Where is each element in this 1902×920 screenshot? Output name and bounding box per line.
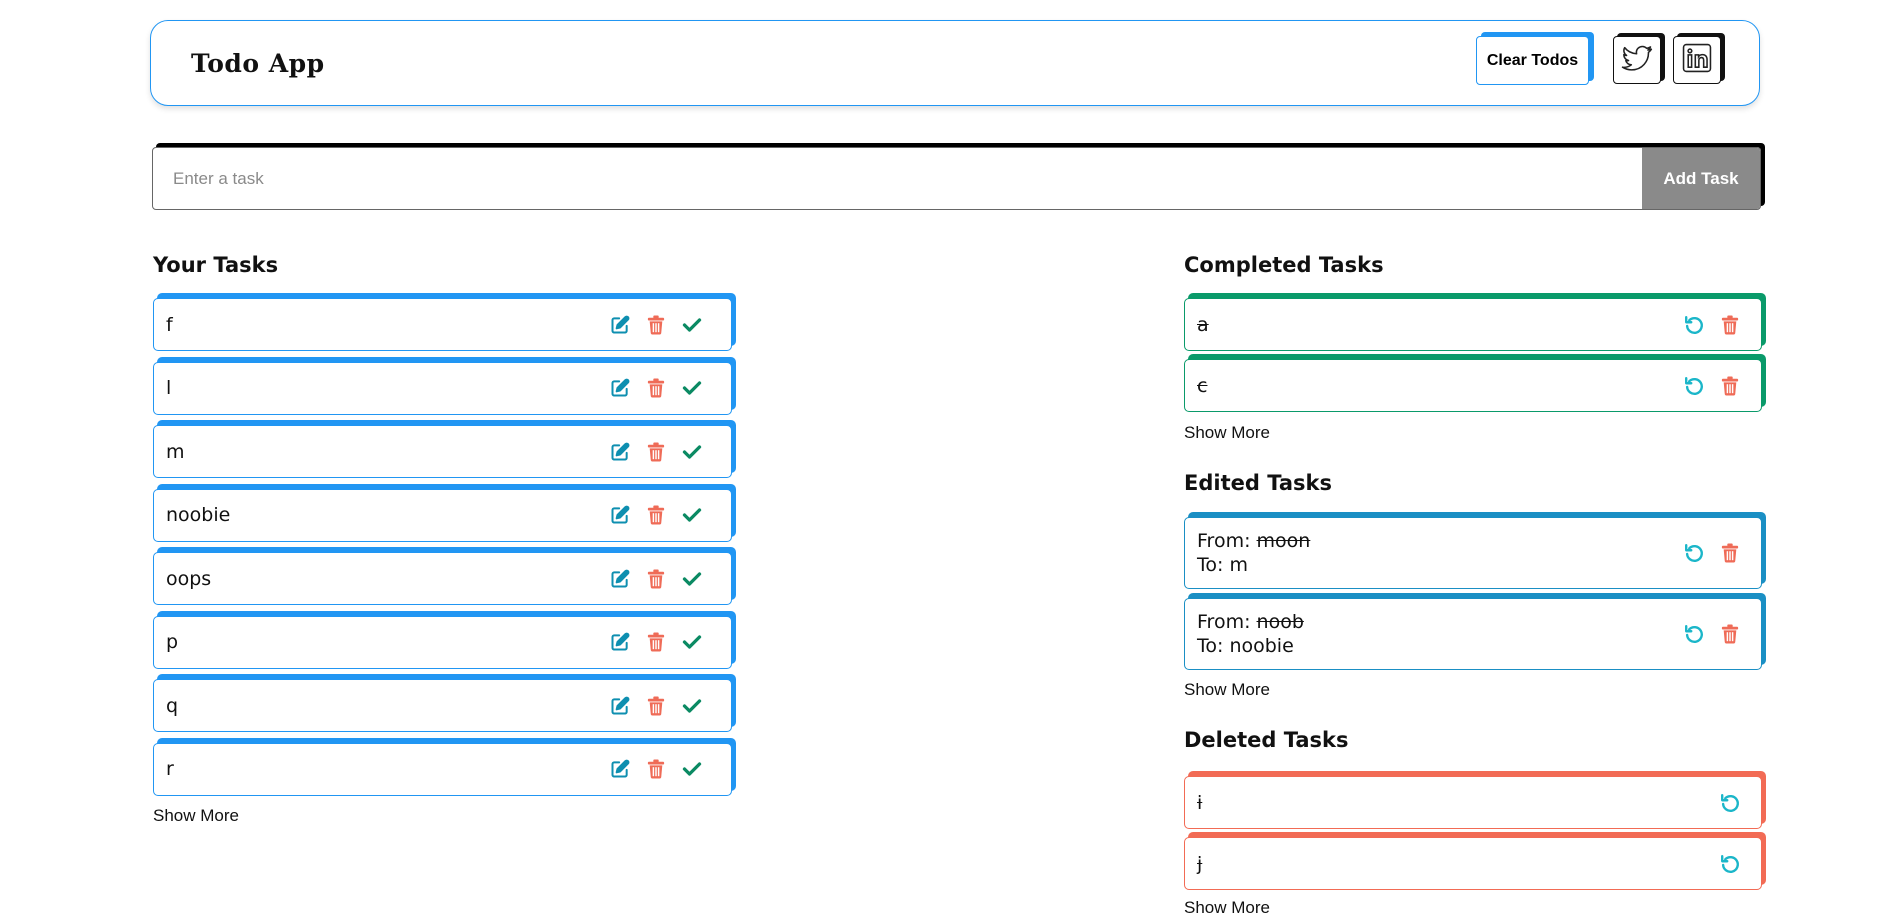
edit-icon[interactable] — [609, 568, 631, 590]
trash-icon[interactable] — [645, 441, 667, 463]
edit-icon[interactable] — [609, 377, 631, 399]
trash-icon[interactable] — [645, 314, 667, 336]
check-icon[interactable] — [681, 695, 703, 717]
task-item: q — [153, 679, 732, 732]
check-icon[interactable] — [681, 441, 703, 463]
completed-task-actions — [1669, 314, 1741, 336]
task-input[interactable] — [153, 148, 1643, 209]
check-icon[interactable] — [681, 314, 703, 336]
to-label: To: — [1197, 635, 1224, 657]
completed-task-item: a — [1184, 298, 1762, 351]
your-tasks-title: Your Tasks — [153, 253, 279, 277]
task-input-bar: Add Task — [152, 147, 1761, 210]
edited-to-value: noobie — [1229, 635, 1294, 657]
add-task-button[interactable]: Add Task — [1642, 148, 1760, 209]
edit-icon[interactable] — [609, 441, 631, 463]
task-item: noobie — [153, 488, 732, 542]
deleted-task-actions — [1705, 853, 1741, 875]
linkedin-icon — [1680, 41, 1714, 79]
deleted-task-text: i — [1197, 791, 1203, 814]
edited-task-actions — [1669, 623, 1741, 645]
edit-icon[interactable] — [609, 504, 631, 526]
deleted-task-text: j — [1197, 852, 1203, 875]
undo-icon[interactable] — [1683, 623, 1705, 645]
trash-icon[interactable] — [645, 504, 667, 526]
trash-icon[interactable] — [1719, 623, 1741, 645]
from-label: From: — [1197, 530, 1251, 552]
check-icon[interactable] — [681, 568, 703, 590]
task-item: p — [153, 615, 732, 669]
edited-tasks-show-more[interactable]: Show More — [1184, 680, 1270, 700]
trash-icon[interactable] — [645, 568, 667, 590]
trash-icon[interactable] — [645, 758, 667, 780]
completed-tasks-show-more[interactable]: Show More — [1184, 423, 1270, 443]
edited-from-value: noob — [1256, 611, 1304, 633]
twitter-icon — [1620, 41, 1654, 79]
task-actions — [595, 504, 703, 526]
task-item: oops — [153, 552, 732, 605]
task-actions — [595, 758, 703, 780]
check-icon[interactable] — [681, 758, 703, 780]
task-actions — [595, 695, 703, 717]
trash-icon[interactable] — [645, 695, 667, 717]
twitter-button[interactable] — [1613, 36, 1661, 84]
edited-task-item: From: moon To: m — [1184, 517, 1762, 589]
task-actions — [595, 314, 703, 336]
trash-icon[interactable] — [645, 377, 667, 399]
edited-to-value: m — [1229, 554, 1248, 576]
undo-icon[interactable] — [1683, 375, 1705, 397]
trash-icon[interactable] — [1719, 542, 1741, 564]
edited-from-value: moon — [1256, 530, 1311, 552]
edited-task-item: From: noob To: noobie — [1184, 598, 1762, 670]
deleted-task-actions — [1705, 792, 1741, 814]
undo-icon[interactable] — [1719, 792, 1741, 814]
task-actions — [595, 631, 703, 653]
trash-icon[interactable] — [1719, 314, 1741, 336]
undo-icon[interactable] — [1719, 853, 1741, 875]
edit-icon[interactable] — [609, 631, 631, 653]
task-item: f — [153, 298, 732, 351]
to-label: To: — [1197, 554, 1224, 576]
app-title: Todo App — [191, 49, 325, 78]
task-item: r — [153, 742, 732, 796]
completed-tasks-title: Completed Tasks — [1184, 253, 1384, 277]
deleted-task-item: i — [1184, 776, 1762, 829]
edited-tasks-title: Edited Tasks — [1184, 471, 1332, 495]
completed-task-actions — [1669, 375, 1741, 397]
check-icon[interactable] — [681, 377, 703, 399]
your-tasks-show-more[interactable]: Show More — [153, 806, 239, 826]
completed-task-item: c — [1184, 359, 1762, 412]
clear-todos-button[interactable]: Clear Todos — [1476, 36, 1589, 85]
trash-icon[interactable] — [645, 631, 667, 653]
task-actions — [595, 568, 703, 590]
task-actions — [595, 377, 703, 399]
app-header: Todo App Clear Todos — [150, 20, 1760, 106]
edit-icon[interactable] — [609, 758, 631, 780]
task-actions — [595, 441, 703, 463]
check-icon[interactable] — [681, 504, 703, 526]
edit-icon[interactable] — [609, 314, 631, 336]
deleted-tasks-title: Deleted Tasks — [1184, 728, 1349, 752]
deleted-tasks-show-more[interactable]: Show More — [1184, 898, 1270, 918]
undo-icon[interactable] — [1683, 542, 1705, 564]
edited-task-actions — [1669, 542, 1741, 564]
linkedin-button[interactable] — [1673, 36, 1721, 84]
trash-icon[interactable] — [1719, 375, 1741, 397]
deleted-task-item: j — [1184, 837, 1762, 890]
task-item: l — [153, 361, 732, 415]
edit-icon[interactable] — [609, 695, 631, 717]
task-item: m — [153, 425, 732, 478]
check-icon[interactable] — [681, 631, 703, 653]
undo-icon[interactable] — [1683, 314, 1705, 336]
from-label: From: — [1197, 611, 1251, 633]
